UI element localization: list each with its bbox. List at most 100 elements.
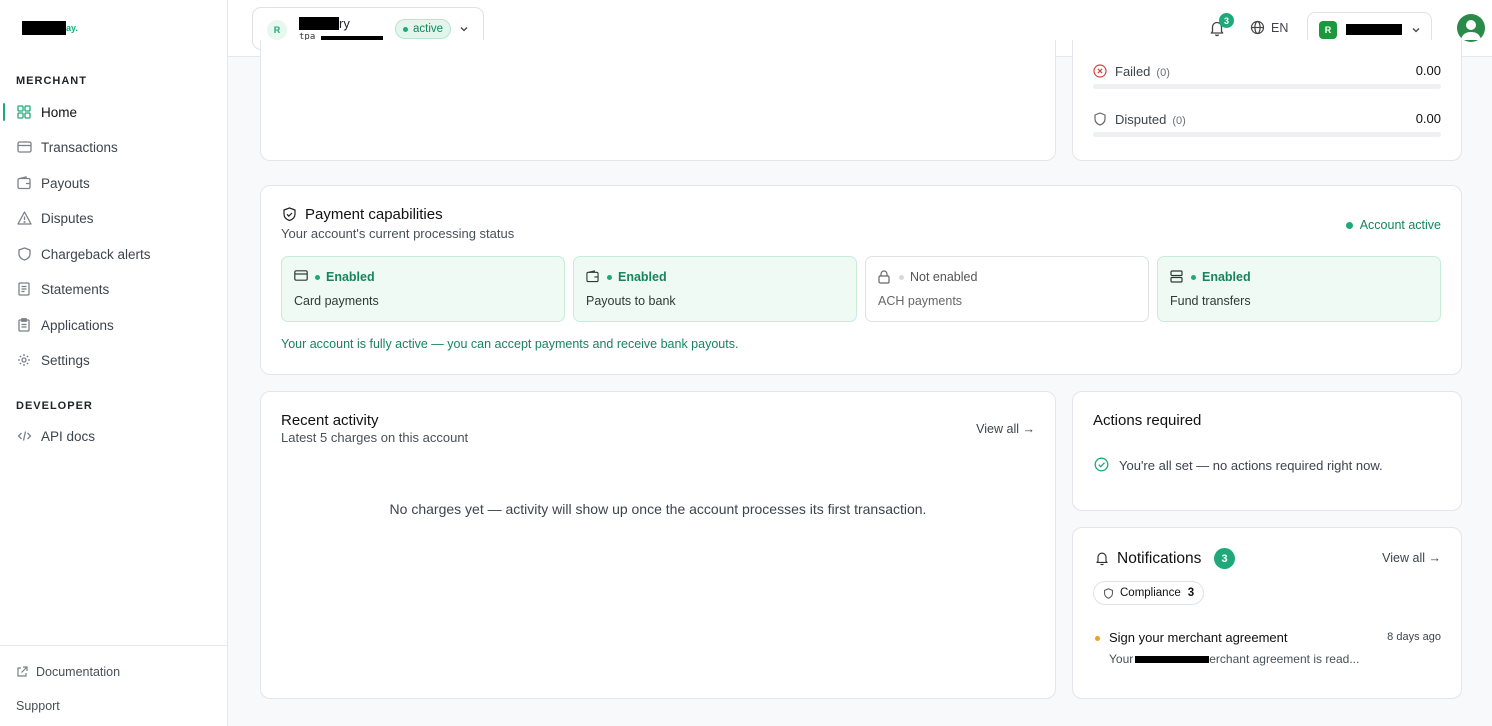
filter-chip-label: Compliance [1120, 587, 1181, 599]
sidebar-item-api-docs[interactable]: API docs [0, 421, 227, 451]
capabilities-message: Your account is fully active — you can a… [281, 337, 739, 351]
sidebar-item-label: Home [41, 104, 78, 120]
status-dot [607, 274, 612, 280]
grid-icon [16, 104, 32, 120]
sidebar-item-statements[interactable]: Statements [0, 274, 227, 304]
warning-icon [16, 210, 32, 226]
support-label: Support [16, 699, 60, 713]
developer-section-label: DEVELOPER [16, 400, 93, 412]
sidebar-item-label: Settings [41, 352, 90, 368]
notification-item[interactable]: Sign your merchant agreement 8 days ago … [1093, 628, 1441, 672]
capability-state: Not enabled [910, 270, 978, 284]
sidebar-item-label: Transactions [41, 139, 118, 155]
empty-state-message: No charges yet — activity will show up o… [389, 501, 927, 517]
redacted-brand-name [22, 21, 66, 35]
language-label: EN [1271, 20, 1289, 35]
sidebar-footer: Documentation Support [0, 645, 227, 726]
capability-state: Enabled [326, 270, 375, 284]
capabilities-title: Payment capabilities [305, 206, 443, 223]
recent-activity-title: Recent activity [281, 412, 379, 429]
capability-label: Card payments [294, 294, 379, 308]
status-dot [403, 26, 408, 32]
redacted-account-name [299, 17, 339, 30]
x-circle-icon [1093, 64, 1107, 78]
sidebar-item-label: Payouts [41, 175, 90, 191]
language-selector[interactable]: EN [1250, 20, 1288, 35]
card-icon [16, 139, 32, 155]
server-icon [1170, 270, 1184, 284]
card-icon [294, 270, 308, 284]
sidebar-item-label: Chargeback alerts [41, 246, 151, 262]
sidebar-item-label: API docs [41, 428, 96, 444]
actions-required-card: Actions required You're all set — no act… [1072, 391, 1462, 511]
disputed-count: (0) [1172, 115, 1186, 127]
gear-icon [16, 352, 32, 368]
capability-state: Enabled [618, 270, 667, 284]
sidebar-item-disputes[interactable]: Disputes [0, 203, 227, 233]
summary-card [260, 40, 1056, 161]
sidebar-item-home[interactable]: Home [0, 97, 227, 127]
capability-card-payments: Enabled Card payments [281, 256, 565, 322]
sidebar-item-chargeback-alerts[interactable]: Chargeback alerts [0, 239, 227, 269]
status-dot [1345, 221, 1353, 229]
notification-count-badge: 3 [1219, 13, 1234, 28]
check-circle-icon [1094, 457, 1109, 472]
actions-required-title: Actions required [1093, 412, 1202, 429]
document-icon [16, 281, 32, 297]
account-active-label: Account active [1359, 218, 1441, 232]
wallet-icon [586, 270, 600, 284]
clipboard-icon [16, 317, 32, 333]
globe-icon [1250, 20, 1265, 35]
disputed-label-text: Disputed [1115, 112, 1167, 127]
capability-label: ACH payments [878, 294, 963, 308]
account-name-suffix: ry [339, 16, 350, 31]
code-icon [16, 428, 32, 444]
sidebar-item-label: Statements [41, 281, 110, 297]
sidebar-item-label: Applications [41, 317, 114, 333]
documentation-label: Documentation [36, 665, 121, 679]
filter-chip-count: 3 [1187, 587, 1195, 599]
shield-icon [1094, 112, 1106, 126]
profile-avatar-icon[interactable] [1457, 14, 1485, 42]
shield-icon [1104, 587, 1113, 599]
chevron-down-icon [459, 22, 469, 37]
shield-check-icon [283, 207, 296, 222]
sidebar-item-label: Disputes [41, 210, 94, 226]
capabilities-subtitle: Your account's current processing status [281, 226, 515, 241]
capability-payouts-to-bank: Enabled Payouts to bank [573, 256, 857, 322]
account-status-badge: active [395, 19, 452, 39]
failed-progress-bar [1093, 84, 1441, 89]
unread-dot [1095, 636, 1100, 641]
disputed-label: Disputed (0) [1115, 112, 1186, 127]
redacted-company-name [1135, 655, 1210, 663]
documentation-link[interactable]: Documentation [16, 665, 120, 679]
failed-label: Failed (0) [1115, 64, 1170, 79]
notifications-title: Notifications [1117, 550, 1202, 567]
notifications-view-all-link[interactable]: View all → [1382, 551, 1441, 565]
account-avatar: R [267, 20, 287, 40]
sidebar-item-payouts[interactable]: Payouts [0, 168, 227, 198]
notification-time: 8 days ago [1387, 631, 1441, 643]
balance-breakdown-card: Failed (0) 0.00 Disputed (0) 0.00 [1072, 40, 1462, 161]
external-link-icon [16, 665, 29, 679]
chevron-down-icon [1411, 23, 1421, 38]
failed-label-text: Failed [1115, 64, 1151, 79]
sidebar-item-applications[interactable]: Applications [0, 310, 227, 340]
redacted-user-name [1346, 24, 1402, 35]
wallet-icon [16, 175, 32, 191]
payment-capabilities-card: Payment capabilities Your account's curr… [260, 185, 1462, 375]
status-dot [1191, 274, 1196, 280]
sidebar-item-settings[interactable]: Settings [0, 345, 227, 375]
capability-state: Enabled [1202, 270, 1251, 284]
account-active-indicator: Account active [1345, 218, 1441, 232]
status-dot [315, 274, 320, 280]
failed-count: (0) [1156, 67, 1170, 79]
support-link[interactable]: Support [16, 699, 60, 713]
brand-logo[interactable]: ay. [22, 21, 78, 35]
logo-suffix: ay. [66, 23, 78, 33]
sidebar-item-transactions[interactable]: Transactions [0, 132, 227, 162]
recent-activity-view-all-link[interactable]: View all → [976, 422, 1035, 436]
compliance-filter-chip[interactable]: Compliance 3 [1093, 581, 1205, 605]
notifications-card: Notifications 3 View all → Compliance 3 … [1072, 527, 1462, 699]
merchant-section-label: MERCHANT [16, 75, 87, 87]
